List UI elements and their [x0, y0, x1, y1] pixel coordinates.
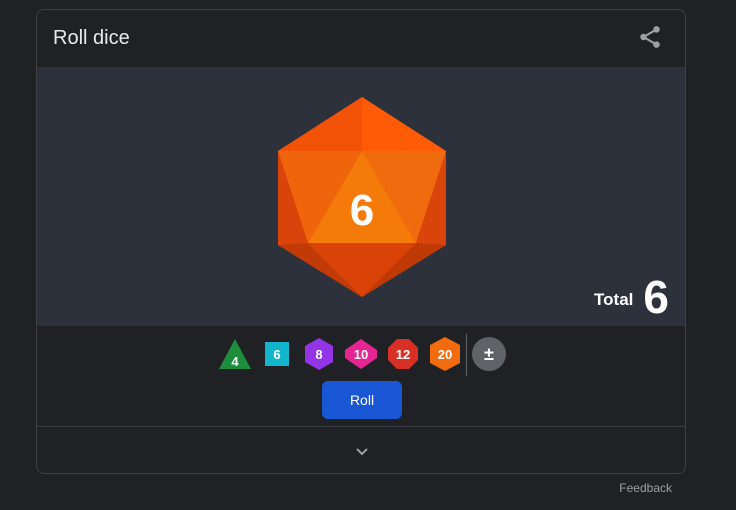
share-icon — [640, 26, 660, 48]
d20-label: 20 — [438, 347, 452, 362]
feedback-link[interactable]: Feedback — [619, 481, 672, 495]
d8-button[interactable]: 8 — [301, 336, 337, 372]
d20-button[interactable]: 20 — [427, 336, 463, 372]
dice-roller-card: Roll dice 6 Total 6 4 6 8 10 12 20 ± Rol… — [36, 9, 686, 474]
card-title: Roll dice — [53, 27, 130, 49]
d10-label: 10 — [354, 347, 368, 362]
total-label: Total — [594, 290, 634, 309]
d12-label: 12 — [396, 347, 410, 362]
d8-label: 8 — [315, 347, 322, 362]
d10-button[interactable]: 10 — [343, 336, 379, 372]
dice-selector-row: 4 6 8 10 12 20 ± — [37, 330, 685, 378]
plus-minus-icon: ± — [472, 337, 506, 371]
d6-icon: 6 — [265, 342, 289, 366]
d6-label: 6 — [273, 347, 280, 362]
modifier-button[interactable]: ± — [471, 336, 507, 372]
dice-stage: 6 Total 6 — [37, 67, 685, 326]
d20-icon: 20 — [430, 337, 460, 371]
d12-icon: 12 — [388, 339, 418, 369]
d10-icon: 10 — [345, 339, 377, 369]
d4-label: 4 — [231, 354, 239, 369]
d4-icon: 4 — [219, 339, 251, 369]
card-divider — [37, 426, 685, 427]
d6-button[interactable]: 6 — [259, 336, 295, 372]
total-display: Total 6 — [594, 274, 669, 320]
total-value: 6 — [643, 271, 669, 323]
chevron-down-icon — [356, 448, 368, 456]
share-button[interactable] — [637, 24, 663, 50]
roll-button[interactable]: Roll — [322, 381, 402, 419]
d20-result-die: 6 — [278, 97, 446, 297]
card-header: Roll dice — [37, 10, 685, 67]
modifier-label: ± — [484, 344, 494, 364]
die-face-value: 6 — [350, 186, 374, 235]
expand-button[interactable] — [350, 441, 374, 461]
d8-icon: 8 — [305, 338, 333, 370]
d4-button[interactable]: 4 — [217, 336, 253, 372]
selector-divider — [466, 334, 467, 376]
d12-button[interactable]: 12 — [385, 336, 421, 372]
